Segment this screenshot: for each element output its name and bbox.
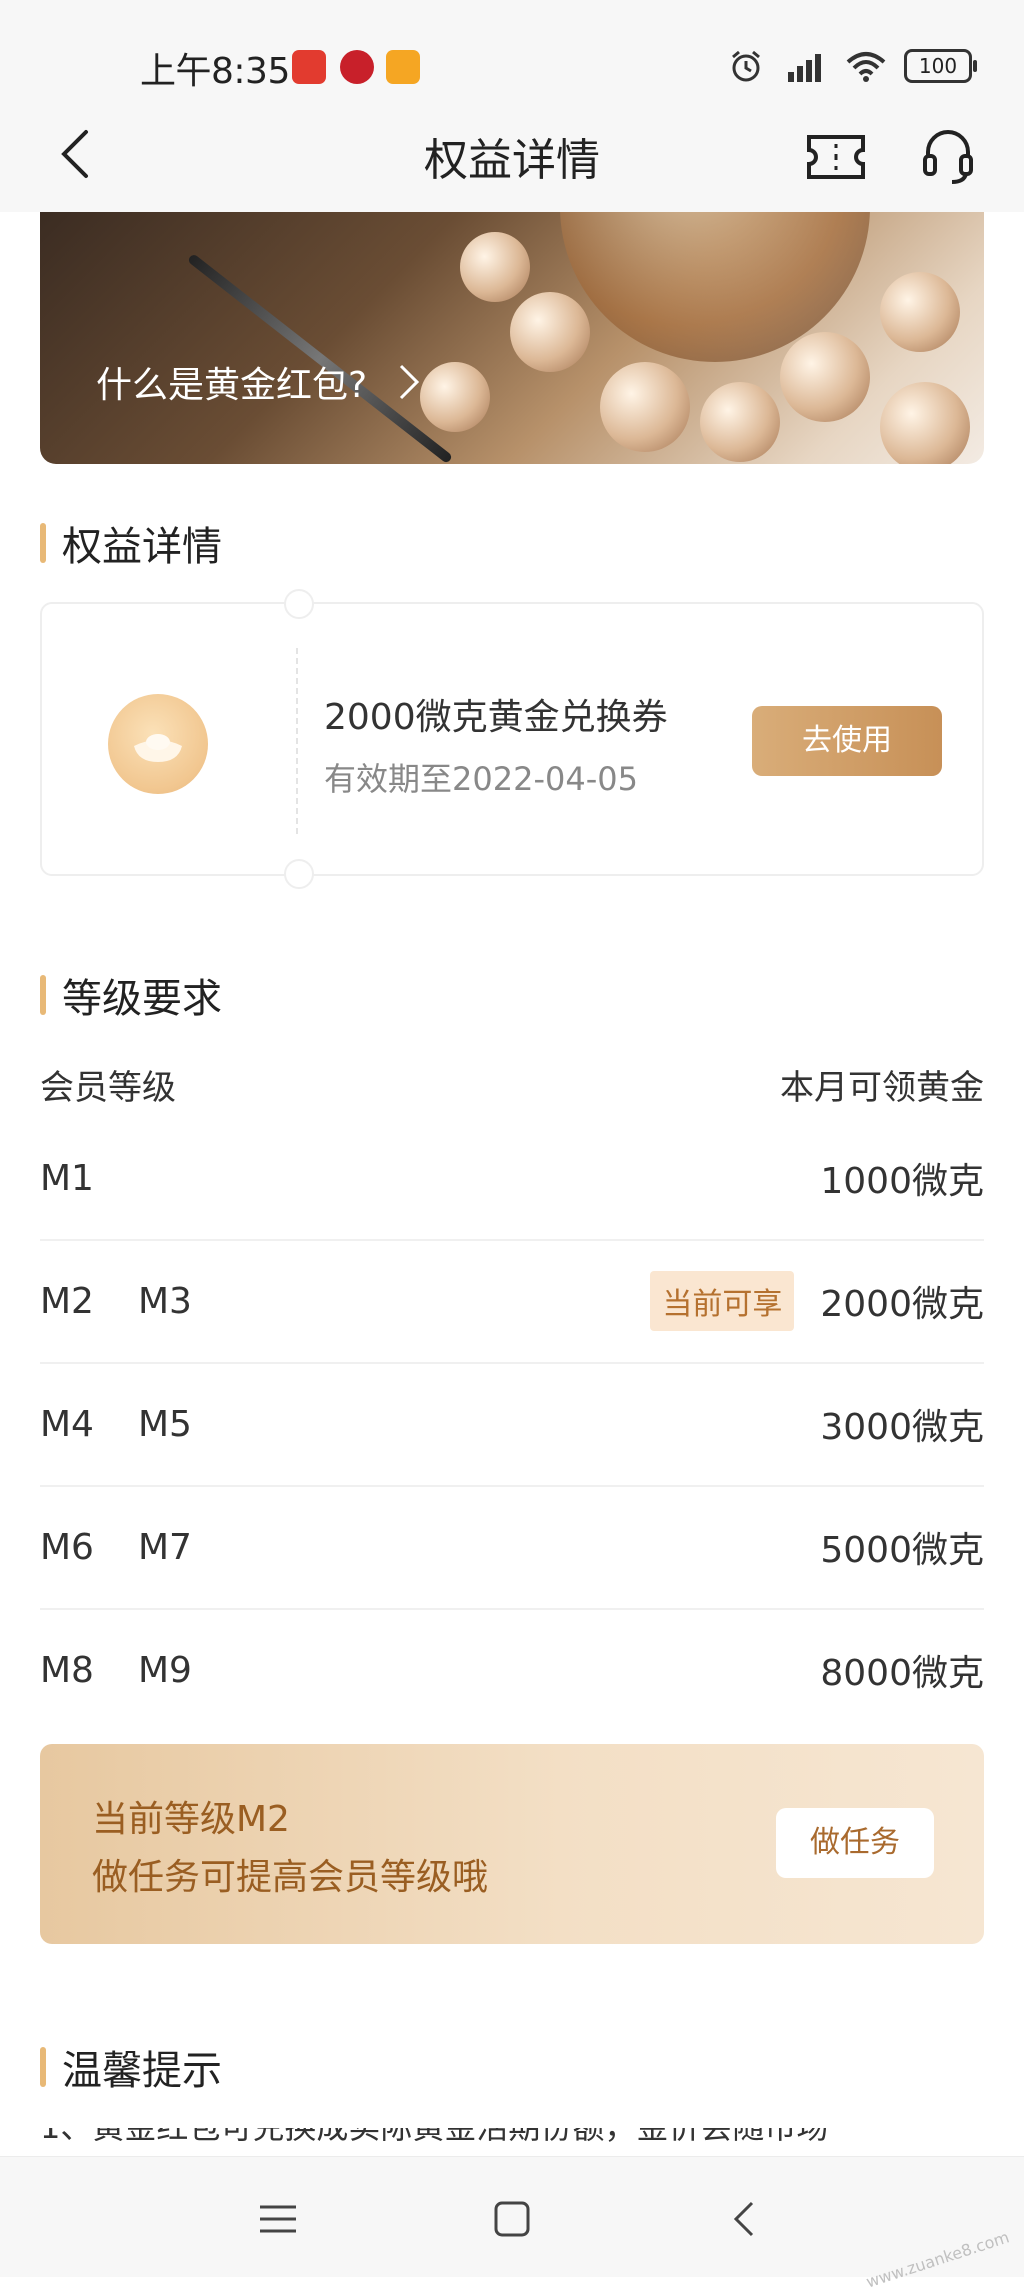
- banner-image-coin: [700, 382, 780, 462]
- level-label: M7: [137, 1526, 192, 1568]
- current-eligible-badge: 当前可享: [650, 1271, 795, 1331]
- banner-link-label: 什么是黄金红包?: [96, 365, 368, 406]
- notification-app-icon: [292, 50, 326, 84]
- level-label: M5: [137, 1403, 192, 1445]
- coupon-expiry: 有效期至2022-04-05: [324, 760, 638, 798]
- section-accent-bar: [40, 2047, 46, 2087]
- benefits-section-title: 权益详情: [40, 514, 222, 572]
- back-triangle-icon[interactable]: [718, 2191, 774, 2247]
- notification-app-icon: [340, 50, 374, 84]
- gold-banner[interactable]: 什么是黄金红包?: [40, 212, 984, 464]
- banner-image-coin: [780, 332, 870, 422]
- coupon-notch: [284, 589, 314, 619]
- system-nav-bar: www.zuanke8.com: [0, 2156, 1024, 2292]
- level-row: M2 M3 当前可享 2000微克: [40, 1240, 984, 1364]
- current-level-promo: 当前等级M2 做任务可提高会员等级哦 做任务: [40, 1744, 984, 1944]
- wifi-icon: [846, 52, 886, 82]
- banner-image-coin: [510, 292, 590, 372]
- do-task-button[interactable]: 做任务: [776, 1808, 934, 1878]
- gold-ingot-icon: [108, 694, 208, 794]
- section-accent-bar: [40, 975, 46, 1015]
- banner-image-coin: [880, 382, 970, 464]
- notification-app-icon: [386, 50, 420, 84]
- level-label: M6: [40, 1526, 94, 1568]
- headset-icon[interactable]: [920, 124, 976, 188]
- coupon-title: 2000微克黄金兑换券: [324, 697, 668, 738]
- gold-amount: 8000微克: [820, 1653, 984, 1694]
- status-indicators: 100: [728, 48, 977, 84]
- ticket-icon[interactable]: [806, 134, 866, 180]
- status-time: 上午8:35: [140, 51, 290, 92]
- page-title: 权益详情: [424, 135, 600, 186]
- alarm-icon: [732, 50, 760, 82]
- level-table-header: 会员等级 本月可领黄金: [40, 1060, 984, 1109]
- coupon-notch: [284, 859, 314, 889]
- current-level-text: 当前等级M2: [92, 1799, 290, 1840]
- column-monthly-gold: 本月可领黄金: [780, 1068, 984, 1108]
- what-is-gold-red-packet-link[interactable]: 什么是黄金红包?: [96, 356, 421, 408]
- gold-amount: 2000微克: [820, 1284, 984, 1325]
- coupon-divider: [296, 648, 298, 834]
- tips-section-title: 温馨提示: [40, 2038, 222, 2096]
- tip-text: 1、黄金红包可兑换成实际黄金活期份额，金价会随市场: [40, 2128, 828, 2146]
- signal-icon: [788, 54, 821, 82]
- section-title-text: 等级要求: [62, 976, 222, 1022]
- level-row: M6 M7 5000微克: [40, 1486, 984, 1610]
- level-label: M9: [137, 1649, 192, 1691]
- section-accent-bar: [40, 523, 46, 563]
- level-label: M4: [40, 1403, 94, 1445]
- menu-icon[interactable]: [250, 2191, 306, 2247]
- level-label: M1: [40, 1157, 94, 1199]
- level-row: M4 M5 3000微克: [40, 1363, 984, 1487]
- chevron-left-icon[interactable]: [50, 122, 106, 186]
- level-label: M8: [40, 1649, 94, 1691]
- gold-amount: 3000微克: [820, 1407, 984, 1448]
- level-label: M2: [40, 1280, 94, 1322]
- section-title-text: 权益详情: [62, 524, 222, 570]
- level-section-title: 等级要求: [40, 966, 222, 1024]
- coupon-card: 2000微克黄金兑换券 有效期至2022-04-05 去使用: [40, 589, 984, 889]
- banner-image-coin: [880, 272, 960, 352]
- top-bar: 上午8:35 100 权益详情: [0, 0, 1024, 212]
- gold-amount: 5000微克: [820, 1530, 984, 1571]
- banner-image-coin: [460, 232, 530, 302]
- watermark: www.zuanke8.com: [863, 2227, 1012, 2292]
- gold-amount: 1000微克: [820, 1161, 984, 1202]
- section-title-text: 温馨提示: [62, 2048, 222, 2094]
- level-row: M1 1000微克: [40, 1117, 984, 1241]
- banner-image-coin: [420, 362, 490, 432]
- banner-image-coin: [600, 362, 690, 452]
- column-member-level: 会员等级: [40, 1068, 176, 1108]
- promo-hint-text: 做任务可提高会员等级哦: [92, 1857, 489, 1898]
- square-icon[interactable]: [484, 2191, 540, 2247]
- chevron-right-icon: [400, 364, 420, 400]
- battery-icon: 100: [904, 49, 977, 83]
- use-coupon-button[interactable]: 去使用: [752, 706, 942, 776]
- level-row: M8 M9 8000微克: [40, 1609, 984, 1731]
- level-label: M3: [137, 1280, 192, 1322]
